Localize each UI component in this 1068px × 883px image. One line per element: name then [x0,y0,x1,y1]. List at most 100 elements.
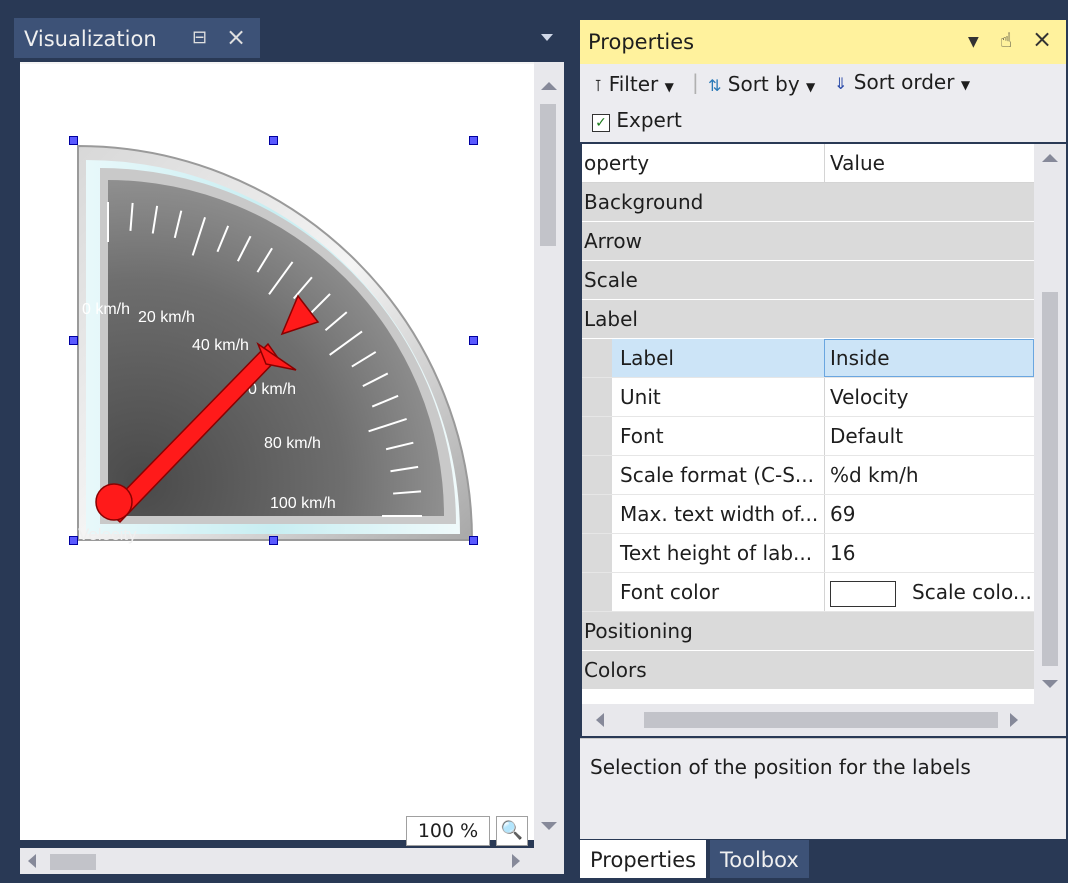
column-separator[interactable] [824,144,825,182]
chevron-down-icon: ▼ [806,80,816,94]
property-row-scale-format[interactable]: Scale format (C-S... %d km/h [582,456,1034,495]
chevron-down-icon: ▼ [664,80,674,94]
visualization-horizontal-scrollbar[interactable] [20,848,564,874]
scroll-right-icon[interactable] [1010,713,1018,727]
property-value[interactable]: Inside [830,346,890,370]
gauge-element[interactable]: 0 km/h 20 km/h 40 km/h 0 km/h 80 km/h 10… [20,64,534,840]
scroll-thumb[interactable] [1042,292,1058,666]
tab-visualization[interactable]: Visualization ⊟ × [14,18,260,58]
property-grid-horizontal-scrollbar[interactable] [582,704,1034,736]
property-name: Label [620,346,674,370]
property-value[interactable]: Velocity [830,385,908,409]
property-name: Max. text width of... [620,502,819,526]
scroll-right-icon[interactable] [512,854,520,868]
selection-handle[interactable] [469,336,478,345]
column-header-value[interactable]: Value [830,151,885,175]
sort-order-label: Sort order [853,70,955,94]
scroll-up-icon[interactable] [541,82,557,90]
property-value[interactable]: Default [830,424,903,448]
expert-checkbox[interactable]: ✓ Expert [592,108,682,132]
scrollbar-corner [1034,704,1066,736]
scale-label: 0 km/h [82,301,130,318]
category-row-arrow[interactable]: Arrow [582,222,1034,261]
zoom-icon[interactable]: 🔍 [496,816,528,846]
scroll-down-icon[interactable] [541,822,557,830]
selection-handle[interactable] [69,136,78,145]
visualization-canvas[interactable]: 0 km/h 20 km/h 40 km/h 0 km/h 80 km/h 10… [20,64,534,840]
category-row-positioning[interactable]: Positioning [582,612,1034,651]
toolbar-separator: | [692,70,699,94]
category-row-scale[interactable]: Scale [582,261,1034,300]
category-label: Positioning [584,619,693,643]
property-row-text-height[interactable]: Text height of lab... 16 [582,534,1034,573]
selection-handle[interactable] [469,136,478,145]
category-label: Label [584,307,638,331]
category-label: Scale [584,268,638,292]
column-header-property[interactable]: operty [584,151,649,175]
visualization-vertical-scrollbar[interactable] [534,62,564,848]
property-row-max-text-width[interactable]: Max. text width of... 69 [582,495,1034,534]
window-menu-dropdown-icon[interactable]: ▼ [968,34,979,50]
tab-properties[interactable]: Properties [580,840,707,878]
property-row-label[interactable]: Label Inside [582,339,1034,378]
scroll-down-icon[interactable] [1042,680,1058,688]
expert-label: Expert [616,108,682,132]
gauge-unit-label: Velocity [78,525,137,544]
sort-by-button[interactable]: ⇅ Sort by ▼ [708,72,815,96]
scroll-thumb[interactable] [540,104,556,246]
selection-handle[interactable] [469,536,478,545]
property-description: Selection of the position for the labels [590,755,971,779]
selection-handle[interactable] [269,536,278,545]
close-icon[interactable]: × [1032,25,1052,53]
grid-header-row: operty Value [582,144,1034,183]
property-row-font-color[interactable]: Font color Scale colo... [582,573,1034,612]
property-name: Text height of lab... [620,541,813,565]
bottom-tab-strip: Properties Toolbox [580,840,1066,880]
property-value[interactable]: 16 [830,541,855,565]
properties-header: Properties ▼ ☝ × [580,20,1066,64]
scale-label: 40 km/h [192,337,249,354]
property-row-unit[interactable]: Unit Velocity [582,378,1034,417]
property-name: Unit [620,385,661,409]
scroll-left-icon[interactable] [596,713,604,727]
selection-handle[interactable] [269,136,278,145]
scroll-thumb[interactable] [644,712,998,728]
sort-by-icon: ⇅ [708,76,722,95]
property-value[interactable]: 69 [830,502,855,526]
property-grid[interactable]: operty Value Background Arrow Scale Labe… [582,144,1066,704]
close-icon[interactable]: × [226,23,246,51]
scroll-up-icon[interactable] [1042,154,1058,162]
filter-button[interactable]: ⊺ Filter ▼ [594,72,674,96]
tab-toolbox[interactable]: Toolbox [710,840,809,878]
sort-order-button[interactable]: ⇓ Sort order ▼ [834,70,970,94]
properties-toolbar: ⊺ Filter ▼ | ⇅ Sort by ▼ ⇓ Sort order ▼ … [580,64,1066,142]
window-list-dropdown-icon[interactable] [541,34,553,41]
color-swatch[interactable] [830,581,896,607]
property-grid-vertical-scrollbar[interactable] [1034,144,1066,704]
tab-visualization-label: Visualization [24,27,157,51]
scale-label: 0 km/h [248,381,296,398]
scale-label: 100 km/h [270,495,336,512]
sort-by-label: Sort by [727,72,800,96]
chevron-down-icon: ▼ [960,78,971,92]
property-name: Scale format (C-S... [620,463,815,487]
selection-handle[interactable] [69,336,78,345]
property-value[interactable]: Scale colo... [912,580,1032,604]
property-name: Font color [620,580,720,604]
category-row-colors[interactable]: Colors [582,651,1034,690]
zoom-level-field[interactable]: 100 % [406,816,490,846]
property-row-font[interactable]: Font Default [582,417,1034,456]
property-description-panel: Selection of the position for the labels [580,738,1066,839]
category-row-background[interactable]: Background [582,183,1034,222]
scroll-thumb[interactable] [50,854,96,870]
category-label: Arrow [584,229,642,253]
sort-order-icon: ⇓ [834,74,848,93]
category-row-label[interactable]: Label [582,300,1034,339]
selection-handle[interactable] [69,536,78,545]
checkbox-checked-icon: ✓ [592,114,610,132]
scroll-left-icon[interactable] [28,854,36,868]
pin-icon[interactable]: ⊟ [192,27,207,48]
pin-icon[interactable]: ☝ [1000,28,1012,52]
filter-icon: ⊺ [594,76,603,95]
property-value[interactable]: %d km/h [830,463,919,487]
